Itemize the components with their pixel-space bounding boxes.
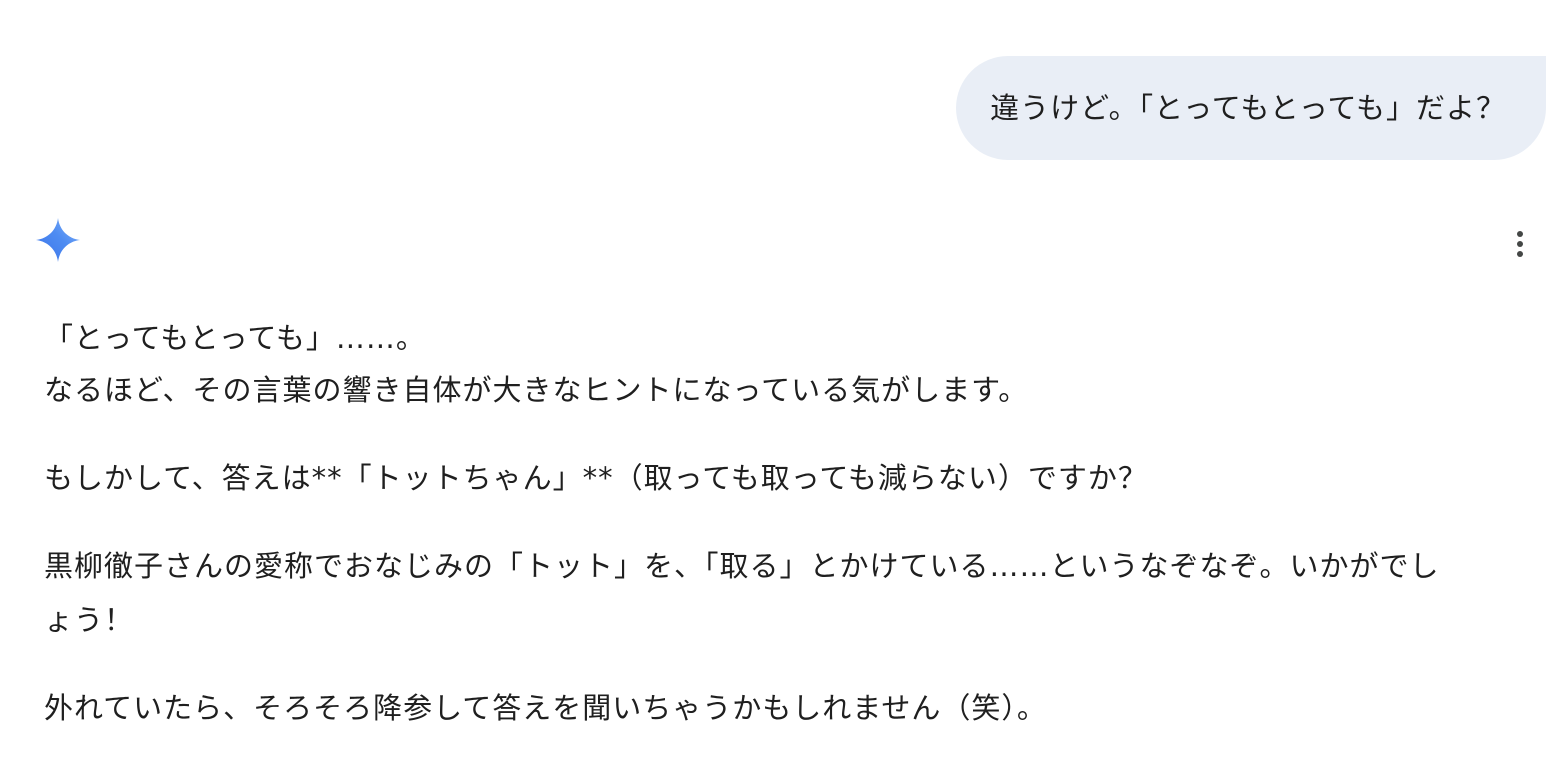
more-options-button[interactable]	[1508, 230, 1532, 258]
assistant-header	[32, 212, 1532, 268]
more-vert-icon	[1517, 231, 1523, 257]
response-paragraph: 黒柳徹子さんの愛称でおなじみの「トット」を、「取る」とかけている……というなぞな…	[44, 549, 1440, 583]
gemini-spark-icon	[36, 218, 80, 262]
response-line: ょう！	[44, 603, 135, 637]
user-message-bubble: 違うけど。「とってもとっても」だよ？	[956, 56, 1546, 160]
response-paragraph: 外れていたら、そろそろ降参して答えを聞いちゃうかもしれません（笑）。	[44, 691, 1047, 725]
chat-page: 違うけど。「とってもとっても」だよ？ 「とってもとっても」……。 なるほど、その…	[0, 0, 1552, 772]
user-message-row: 違うけど。「とってもとっても」だよ？	[956, 56, 1546, 160]
assistant-response: 「とってもとっても」……。 なるほど、その言葉の響き自体が大きなヒントになってい…	[44, 310, 1519, 736]
response-paragraph: もしかして、答えは**「トットちゃん」**（取っても取っても減らない）ですか？	[44, 461, 1148, 495]
response-line: 「とってもとっても」……。	[44, 321, 426, 355]
response-line: なるほど、その言葉の響き自体が大きなヒントになっている気がします。	[44, 373, 1029, 407]
